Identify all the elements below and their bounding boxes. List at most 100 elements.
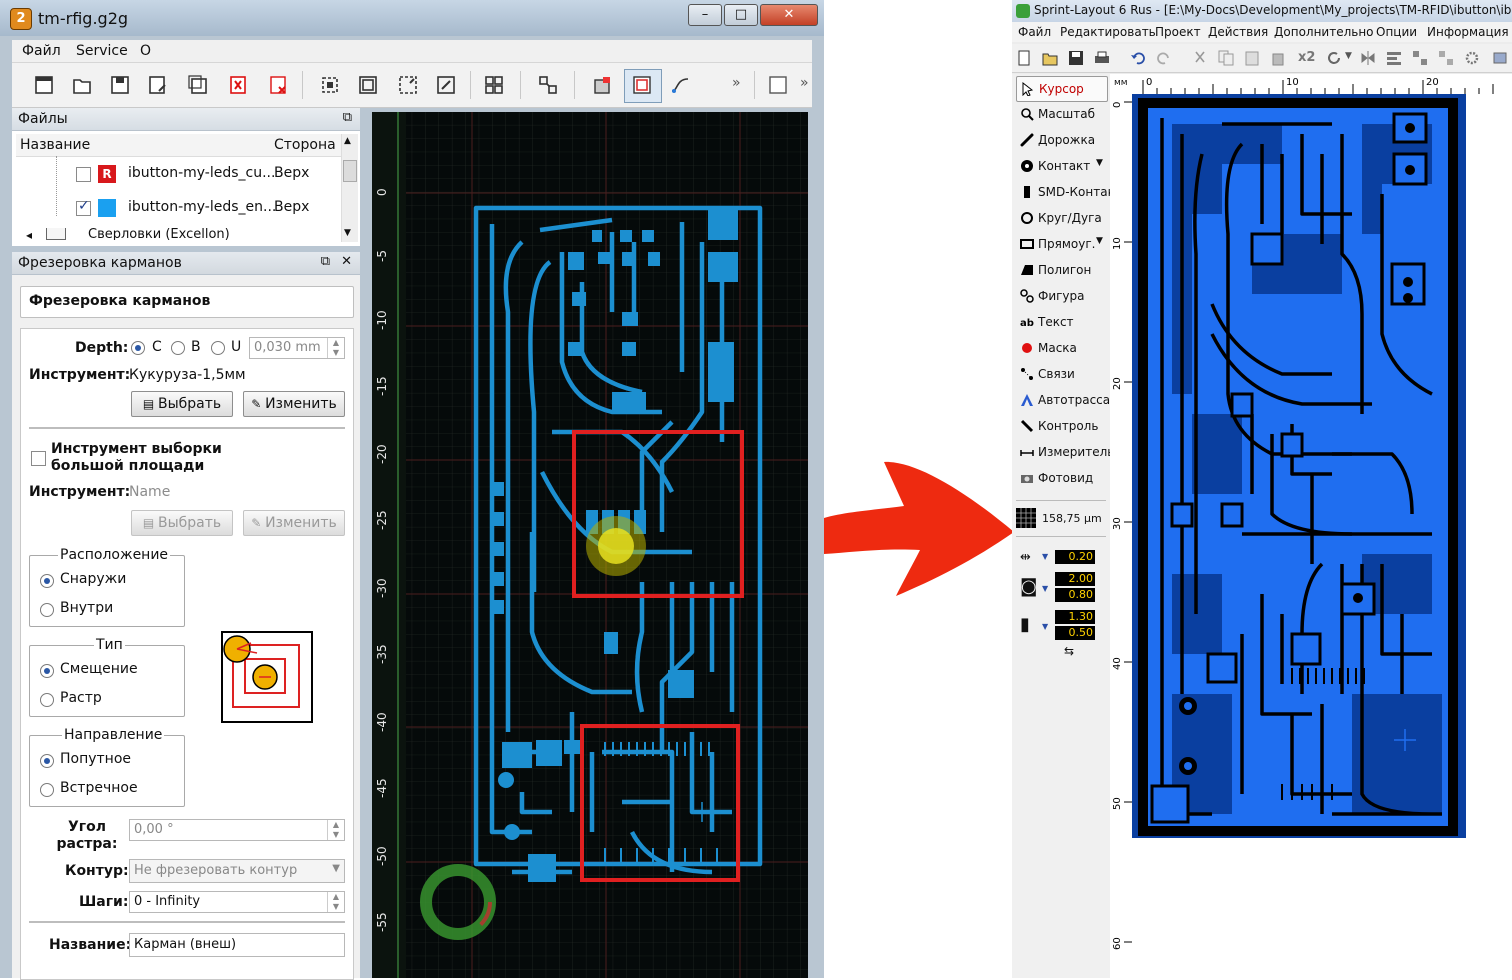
steps-input[interactable]: 0 - Infinity ▲ ▼	[129, 891, 345, 913]
tool-rectangle[interactable]: Прямоуг. ▼	[1016, 232, 1106, 256]
menu-service[interactable]: Service	[76, 43, 128, 59]
direction-climb-radio[interactable]	[40, 754, 54, 768]
group-icon[interactable]	[1412, 50, 1428, 66]
tool-pad[interactable]: Контакт ▼	[1016, 154, 1106, 178]
redo-icon[interactable]	[1156, 50, 1172, 66]
pcb-info-icon[interactable]	[1492, 50, 1508, 66]
tool-polygon[interactable]: Полигон	[1016, 258, 1106, 282]
zoom-window-icon[interactable]	[436, 75, 456, 95]
rotate-icon[interactable]	[1326, 50, 1342, 66]
tool-control[interactable]: Контроль	[1016, 414, 1106, 438]
select-tool2-button[interactable]: ▤ Выбрать	[131, 510, 233, 536]
maximize-button[interactable]: □	[724, 4, 758, 26]
open-folder-icon[interactable]	[1042, 50, 1058, 66]
paste-icon[interactable]	[1244, 50, 1260, 66]
name-input[interactable]: Карман (внеш)	[129, 933, 345, 957]
menu-edit[interactable]: Редактировать	[1060, 25, 1156, 39]
save-icon[interactable]	[110, 75, 130, 95]
tool-photoview[interactable]: Фотовид	[1016, 466, 1106, 490]
menu-actions[interactable]: Действия	[1208, 25, 1268, 39]
pocket-milling-icon[interactable]	[632, 75, 652, 95]
zoom-all-icon[interactable]	[358, 75, 378, 95]
dropdown-icon[interactable]: ▼	[1042, 622, 1048, 631]
align-icon[interactable]	[1386, 50, 1402, 66]
change-tool-button[interactable]: ✎ Изменить	[243, 391, 345, 417]
snap-icon[interactable]	[538, 75, 558, 95]
new-window-icon[interactable]	[34, 75, 54, 95]
menu-file[interactable]: Файл	[22, 43, 61, 59]
file-row-partial[interactable]: ◂ Сверловки (Excellon)	[12, 228, 342, 240]
route-icon[interactable]	[670, 75, 690, 95]
save-icon[interactable]	[1068, 50, 1084, 66]
file-color-swatch[interactable]: R	[98, 165, 116, 183]
print-icon[interactable]	[1094, 50, 1110, 66]
settings-icon[interactable]	[1464, 50, 1480, 66]
dropdown-icon[interactable]: ▼	[1042, 584, 1048, 593]
zoom-fit-icon[interactable]	[320, 75, 340, 95]
file-row[interactable]: R ibutton-my-leds_cu... Верх	[16, 156, 342, 216]
file-visibility-checkbox[interactable]: ✓	[76, 198, 91, 216]
pad-outer-value[interactable]: 2.00	[1055, 572, 1095, 586]
files-scrollbar[interactable]: ▲ ▼	[341, 134, 358, 242]
rotate-dropdown-icon[interactable]: ▼	[1345, 51, 1352, 61]
tool-measure[interactable]: Измеритель	[1016, 440, 1114, 464]
direction-conventional-radio[interactable]	[40, 783, 54, 797]
menu-project[interactable]: Проект	[1155, 25, 1201, 39]
minimize-button[interactable]: –	[688, 4, 722, 26]
depth-radio-c[interactable]	[131, 341, 145, 355]
tool-circle-arc[interactable]: Круг/Дуга	[1016, 206, 1106, 230]
toolbar-overflow-2-icon[interactable]: »	[800, 75, 809, 91]
tool-cursor[interactable]: Курсор	[1016, 76, 1108, 102]
menu-options[interactable]: Опции	[1376, 25, 1417, 39]
dropdown-icon[interactable]: ▼	[1096, 158, 1103, 168]
menu-extra[interactable]: Дополнительно	[1274, 25, 1374, 39]
swap-icon[interactable]: ⇆	[1064, 644, 1074, 658]
large-area-tool-checkbox[interactable]	[31, 451, 46, 466]
tool-text[interactable]: ab Текст	[1016, 310, 1106, 334]
grid-icon[interactable]	[1016, 508, 1036, 528]
tool-connections[interactable]: Связи	[1016, 362, 1106, 386]
copy-icon[interactable]	[1218, 50, 1234, 66]
layout-canvas[interactable]	[1132, 94, 1512, 978]
pcb-canvas[interactable]: 0 -5 -10 -15 -20 -25 -30 -35 -40 -45 -50…	[372, 112, 808, 978]
delete-file-icon[interactable]	[228, 75, 248, 95]
type-offset-radio[interactable]	[40, 664, 54, 678]
file-visibility-checkbox[interactable]	[76, 167, 91, 182]
tool-smd-pad[interactable]: SMD-Контакт	[1016, 180, 1122, 204]
save-all-icon[interactable]	[188, 75, 208, 95]
depth-radio-b[interactable]	[171, 341, 185, 355]
close-button[interactable]: ✕	[760, 4, 818, 26]
track-width-value[interactable]: 0.20	[1055, 550, 1095, 564]
grid-toggle-icon[interactable]	[484, 75, 504, 95]
grid-size-value[interactable]: 158,75 μm	[1042, 512, 1102, 525]
mirror-icon[interactable]	[1360, 50, 1376, 66]
pad-inner-value[interactable]: 0.80	[1055, 588, 1095, 602]
tool-zoom[interactable]: Масштаб	[1016, 102, 1106, 126]
toolbar-overflow-icon[interactable]: »	[732, 75, 741, 91]
undo-icon[interactable]	[1130, 50, 1146, 66]
column-name[interactable]: Название	[20, 137, 90, 153]
file-row[interactable]: ✓ ibutton-my-leds_en... Верх	[16, 194, 342, 224]
type-raster-radio[interactable]	[40, 693, 54, 707]
tool-track[interactable]: Дорожка	[1016, 128, 1106, 152]
menu-file[interactable]: Файл	[1018, 25, 1051, 39]
depth-radio-u[interactable]	[211, 341, 225, 355]
delete-icon[interactable]	[1270, 50, 1286, 66]
change-tool2-button[interactable]: ✎ Изменить	[243, 510, 345, 536]
new-icon[interactable]	[1016, 50, 1032, 66]
blank-square-icon[interactable]	[768, 75, 788, 95]
placement-inside-radio[interactable]	[40, 603, 54, 617]
tool-autoroute[interactable]: Автотрасса	[1016, 388, 1110, 412]
menu-o[interactable]: O	[140, 43, 151, 59]
smd-width-value[interactable]: 1.30	[1055, 610, 1095, 624]
menu-info[interactable]: Информация	[1427, 25, 1509, 39]
ungroup-icon[interactable]	[1438, 50, 1454, 66]
tool-figure[interactable]: Фигура	[1016, 284, 1106, 308]
zoom-x2-label[interactable]: x2	[1298, 50, 1315, 65]
raster-angle-input[interactable]: 0,00 ° ▲ ▼	[129, 819, 345, 841]
file-color-swatch[interactable]	[98, 199, 116, 217]
undock-icon[interactable]: ⧉	[343, 110, 352, 125]
open-folder-icon[interactable]	[72, 75, 92, 95]
column-side[interactable]: Сторона	[274, 137, 336, 153]
dropdown-icon[interactable]: ▼	[1042, 552, 1048, 561]
